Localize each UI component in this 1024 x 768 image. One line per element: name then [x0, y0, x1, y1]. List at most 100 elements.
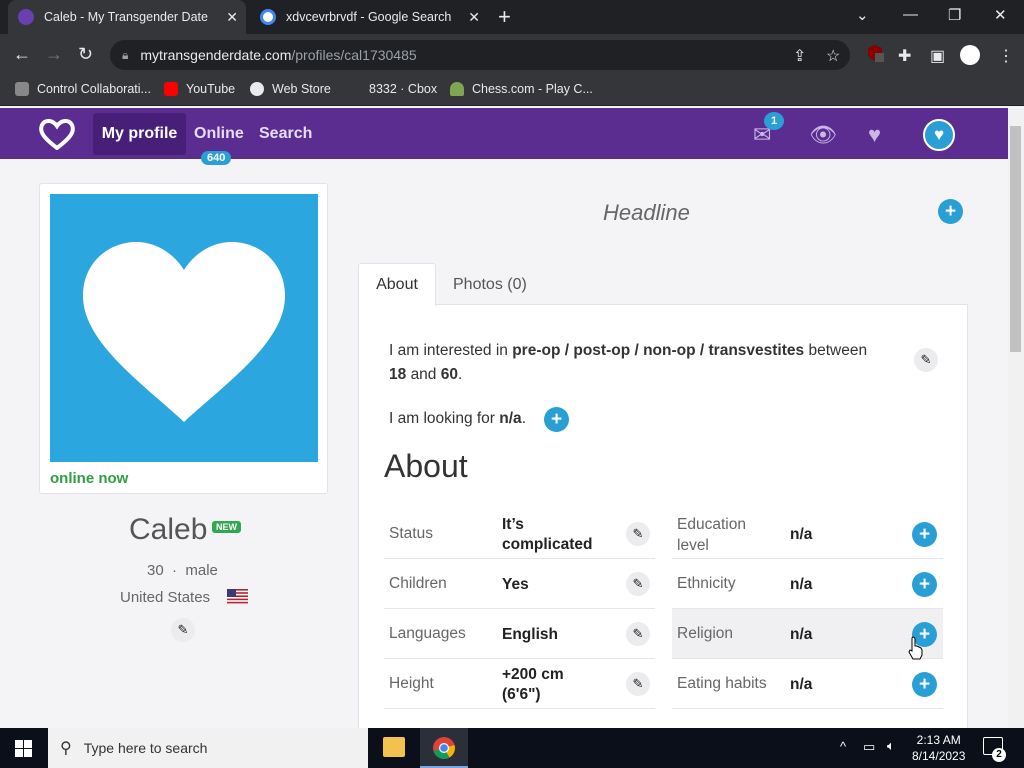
- scrollbar-thumb[interactable]: [1010, 126, 1021, 352]
- edit-profile-pencil-icon[interactable]: ✎: [171, 618, 195, 642]
- tab-title: Caleb - My Transgender Date: [44, 10, 208, 24]
- about-heading: About: [384, 448, 468, 484]
- online-count-badge: 640: [201, 151, 232, 165]
- new-badge: NEW: [212, 521, 241, 533]
- add-education-plus-icon[interactable]: +: [912, 522, 937, 547]
- bookmark-favicon-icon: [15, 82, 29, 96]
- profile-name: Caleb: [129, 513, 208, 546]
- forward-arrow-icon[interactable]: →: [45, 44, 63, 65]
- url-path: /profiles/cal1730485: [291, 47, 417, 63]
- browser-tab-active[interactable]: Caleb - My Transgender Date ✕: [8, 0, 246, 34]
- file-explorer-icon[interactable]: [383, 737, 405, 757]
- add-eating-habits-plus-icon[interactable]: +: [912, 672, 937, 697]
- field-label: Eating habits: [677, 675, 767, 692]
- profile-age: 30: [147, 562, 164, 579]
- field-row-status: Status It’s complicated ✎: [384, 509, 655, 559]
- meta-separator: ·: [172, 562, 178, 579]
- nav-online[interactable]: Online: [194, 125, 244, 143]
- edit-languages-pencil-icon[interactable]: ✎: [626, 622, 650, 646]
- nav-search[interactable]: Search: [259, 125, 312, 143]
- field-row-height: Height +200 cm (6'6") ✎: [384, 659, 655, 709]
- field-value: n/a: [790, 576, 813, 593]
- field-value: +200 cm (6'6"): [502, 666, 564, 703]
- interest-min-age: 18: [389, 366, 407, 383]
- bookmark-item[interactable]: YouTube: [164, 82, 235, 96]
- close-tab-icon[interactable]: ✕: [226, 9, 238, 26]
- extensions-puzzle-icon[interactable]: ✚: [898, 46, 911, 66]
- volume-icon[interactable]: 🔈︎: [887, 738, 895, 754]
- tray-chevron-icon[interactable]: ^: [840, 739, 846, 754]
- add-ethnicity-plus-icon[interactable]: +: [912, 572, 937, 597]
- field-value: n/a: [790, 626, 813, 643]
- edit-status-pencil-icon[interactable]: ✎: [626, 522, 650, 546]
- notification-count: 2: [992, 748, 1006, 762]
- chess-pawn-icon: [450, 82, 464, 96]
- site-favicon-icon: [18, 9, 34, 25]
- browser-tab[interactable]: xdvcevrbrvdf - Google Search ✕: [250, 0, 488, 34]
- field-label: Ethnicity: [677, 575, 736, 592]
- bookmark-item[interactable]: 8332 · Cbox: [369, 82, 437, 96]
- chrome-taskbar-button[interactable]: [420, 728, 468, 768]
- user-avatar-heart-icon[interactable]: ♥: [923, 119, 955, 151]
- tab-search-chevron-icon[interactable]: ⌄: [856, 6, 869, 24]
- profile-avatar-icon[interactable]: [960, 45, 980, 65]
- browser-tab-strip: Caleb - My Transgender Date ✕ xdvcevrbrv…: [0, 0, 1024, 34]
- add-looking-for-plus-icon[interactable]: +: [544, 407, 569, 432]
- interest-max-age: 60: [440, 366, 458, 383]
- share-icon[interactable]: ⇪: [793, 46, 806, 66]
- clock-time: 2:13 AM: [916, 733, 961, 747]
- bookmarks-bar: Control Collaborati... YouTube Web Store…: [0, 76, 1024, 106]
- url-domain: mytransgenderdate.com: [140, 47, 292, 63]
- nav-my-profile[interactable]: My profile: [93, 113, 186, 155]
- side-panel-icon[interactable]: ▣: [930, 46, 945, 66]
- profile-photo[interactable]: [50, 194, 318, 462]
- field-row-education: Education level n/a +: [672, 509, 943, 559]
- bookmark-item[interactable]: Chess.com - Play C...: [450, 82, 593, 96]
- edit-height-pencil-icon[interactable]: ✎: [626, 672, 650, 696]
- profile-gender: male: [185, 562, 218, 579]
- hand-cursor-icon: [908, 636, 923, 660]
- field-value: It’s complicated: [502, 516, 593, 553]
- visitors-eye-icon[interactable]: 👁︎: [809, 122, 837, 148]
- reload-icon[interactable]: ↻: [78, 44, 93, 65]
- tab-about[interactable]: About: [358, 263, 436, 306]
- address-bar[interactable]: 🔒︎ mytransgenderdate.com/profiles/cal173…: [110, 40, 850, 70]
- chrome-icon: [433, 737, 455, 759]
- taskbar-clock[interactable]: 2:13 AM 8/14/2023: [912, 732, 965, 764]
- back-arrow-icon[interactable]: ←: [13, 44, 31, 65]
- network-icon[interactable]: ▭: [863, 739, 875, 755]
- bookmark-item[interactable]: Control Collaborati...: [15, 82, 151, 96]
- add-headline-plus-icon[interactable]: +: [938, 199, 963, 224]
- looking-for-statement: I am looking for n/a.: [389, 410, 526, 427]
- bookmark-star-icon[interactable]: ☆: [826, 46, 840, 66]
- ublock-extension-icon[interactable]: [866, 44, 884, 62]
- tab-photos[interactable]: Photos (0): [453, 276, 527, 294]
- youtube-icon: [164, 82, 178, 96]
- field-value: English: [502, 626, 558, 643]
- likes-heart-icon[interactable]: ♥: [868, 122, 881, 148]
- taskbar-search-box[interactable]: ⚲ Type here to search: [48, 728, 368, 768]
- edit-interest-pencil-icon[interactable]: ✎: [914, 348, 938, 372]
- chrome-menu-icon[interactable]: ⋮: [998, 46, 1014, 66]
- us-flag-icon: [227, 589, 248, 604]
- edit-children-pencil-icon[interactable]: ✎: [626, 572, 650, 596]
- field-label: Height: [389, 675, 434, 692]
- field-label: Religion: [677, 625, 734, 642]
- site-logo-icon[interactable]: [38, 118, 76, 150]
- bookmark-item[interactable]: Web Store: [250, 82, 331, 96]
- new-tab-icon[interactable]: +: [498, 4, 511, 30]
- field-row-ethnicity: Ethnicity n/a +: [672, 559, 943, 609]
- field-value: Yes: [502, 576, 529, 593]
- field-label: Children: [389, 575, 447, 592]
- restore-icon[interactable]: ❐: [948, 6, 961, 24]
- close-tab-icon[interactable]: ✕: [468, 9, 480, 26]
- windows-start-icon[interactable]: [15, 740, 32, 757]
- minimize-icon[interactable]: —: [903, 6, 918, 23]
- close-window-icon[interactable]: ✕: [994, 6, 1007, 24]
- browser-toolbar: ← → ↻ 🔒︎ mytransgenderdate.com/profiles/…: [0, 34, 1024, 76]
- site-header: My profile Online Search 640 ✉ 👁︎ ♥: [0, 108, 1008, 165]
- lock-icon: 🔒︎: [122, 47, 129, 62]
- profile-age-gender: 30 · male: [147, 562, 218, 579]
- mail-count-badge: 1: [764, 112, 784, 130]
- google-favicon-icon: [260, 9, 276, 25]
